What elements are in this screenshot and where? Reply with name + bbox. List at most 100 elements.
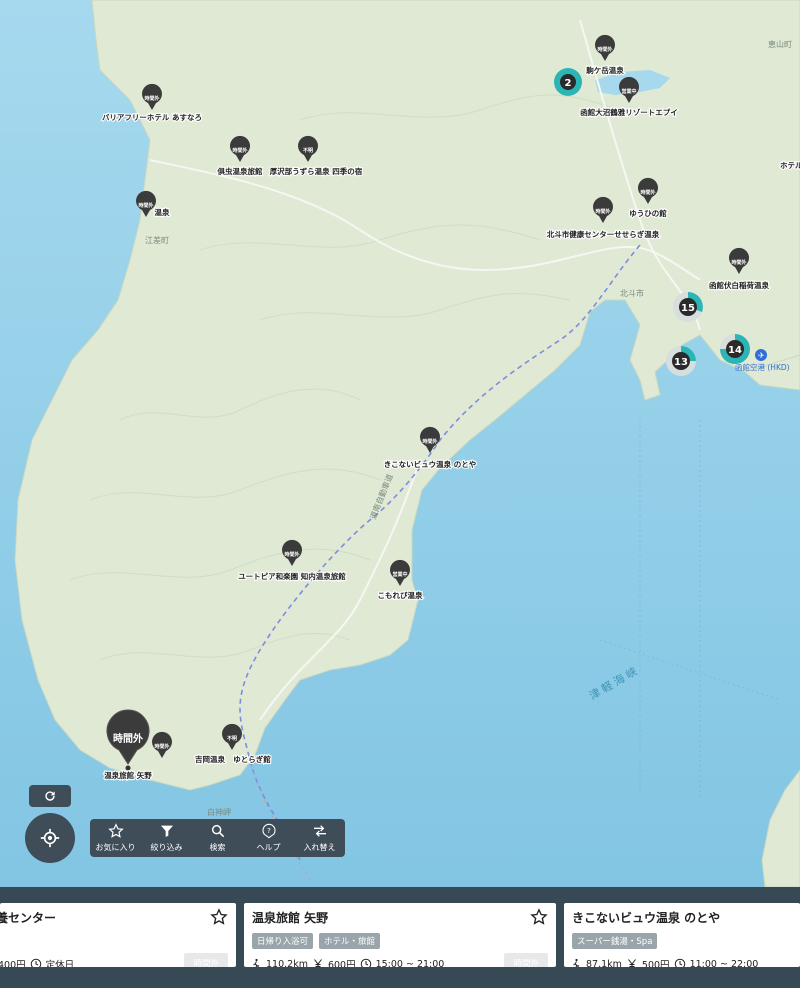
map-toolbar: お気に入り 絞り込み 検索 ? ヘルプ 入れ替え [90,819,345,857]
pin-tag: 時間外 [232,147,247,154]
walking-icon [253,958,260,967]
swap-button[interactable]: 入れ替え [294,819,345,857]
cluster-marker[interactable]: 13 [666,346,696,376]
walking-icon [573,958,580,967]
pin-tag: 時間外 [595,208,610,215]
pin-tag: 時間外 [640,189,655,196]
pin-label: 吉岡温泉 [195,754,225,764]
card-hours: 定休日 [45,960,75,967]
help-label: ヘルプ [256,843,281,852]
refresh-icon [45,791,55,801]
card-tags: スーパー銭湯・Spa [572,933,658,949]
card-meta: 87.1km 500円 11:00 ~ 22:00 [570,957,758,967]
pin-label: ゆとらぎ館 [233,754,271,764]
pin-tag: 時間外 [138,202,153,209]
crosshair-icon [40,828,60,848]
pin-tag: 時間外 [144,95,159,102]
card-tag: スーパー銭湯・Spa [572,933,658,949]
pin-label: バリアフリーホテル あすなろ [102,113,202,122]
pin-label: 厚沢部うずら温泉 四季の宿 [270,166,363,176]
filter-button[interactable]: 絞り込み [141,819,192,857]
svg-text:?: ? [267,826,271,835]
card-carousel[interactable]: 養センター 400円 定休日 時間外 温泉旅館 矢野 日帰り入浴可 ホテル・旅館… [0,887,800,988]
favorite-star-icon[interactable] [530,908,548,926]
yen-icon [314,959,322,967]
filter-label: 絞り込み [150,843,183,852]
help-button[interactable]: ? ヘルプ [243,819,294,857]
pin-label: 北斗市健康センターせせらぎ温泉 [547,229,660,239]
card-tag: ホテル・旅館 [319,933,381,949]
pin-label: 函館大沼鶴雅リゾートエプイ [580,107,678,117]
pin-label: 俱虫温泉旅館 [217,166,263,176]
facility-card[interactable]: 養センター 400円 定休日 時間外 [0,903,236,967]
place-label-shirakami: 白神岬 [207,807,231,817]
card-meta: 400円 定休日 [0,957,74,967]
card-title: 養センター [0,911,57,925]
facility-card[interactable]: きこないビュウ温泉 のとや スーパー銭湯・Spa 87.1km 500円 11:… [564,903,800,967]
pin-tag: 時間外 [154,743,169,750]
clock-icon [674,958,685,967]
pin-tag: 時間外 [597,46,612,53]
cluster-marker[interactable]: 14 [720,334,750,364]
card-title: 温泉旅館 矢野 [252,911,329,925]
cluster-count: 2 [565,78,572,89]
pin-tag: 時間外 [284,551,299,558]
pin-tag: 不明 [303,147,313,154]
cluster-count: 13 [674,357,688,368]
search-button[interactable]: 検索 [192,819,243,857]
search-label: 検索 [209,843,226,852]
pin-label: 函館伏白稲荷温泉 [709,280,769,290]
airplane-glyph: ✈ [758,351,765,360]
swap-icon [313,825,326,837]
card-price: 600円 [327,960,356,967]
refresh-button[interactable] [29,785,71,807]
airport-label: 函館空港 (HKD) [735,362,790,372]
star-icon [107,823,124,838]
pin-label: きこないビュウ温泉 のとや [384,459,477,469]
clock-icon [360,958,371,967]
map-pin[interactable]: ホテル・ [779,160,800,171]
cluster-count: 14 [728,345,742,356]
search-icon [211,824,224,838]
pin-label: 温泉旅館 矢野 [104,770,152,780]
pin-tag: 時間外 [731,259,746,266]
pin-label: ゆうひの館 [629,208,667,218]
pin-label: ホテル・ [780,161,800,170]
pin-label: ユートピア和楽園 知内温泉旅館 [238,571,346,581]
pin-tag: 時間外 [113,732,143,745]
pin-tag: 不明 [227,735,237,742]
status-badge[interactable]: 時間外 [504,953,548,967]
favorites-label: お気に入り [95,843,136,852]
pin-tag: 時間外 [422,438,437,445]
yen-icon [628,959,636,967]
card-tags: 日帰り入浴可 ホテル・旅館 [252,933,381,949]
cluster-marker[interactable]: 2 [554,68,582,96]
status-badge[interactable]: 時間外 [184,953,228,967]
place-label-esan: 恵山町 [768,39,792,49]
card-hours: 15:00 ~ 21:00 [375,958,445,968]
pin-anchor-dot [125,765,131,771]
locate-button[interactable] [25,813,75,863]
filter-icon [160,825,173,837]
card-price: 500円 [641,960,670,967]
pin-tag: 営業中 [392,571,407,578]
facility-card[interactable]: 温泉旅館 矢野 日帰り入浴可 ホテル・旅館 110.2km 600円 15:00… [244,903,556,967]
pin-label: 温泉 [155,207,170,217]
card-hours: 11:00 ~ 22:00 [689,958,759,968]
favorite-star-icon[interactable] [210,908,228,926]
help-icon: ? [261,823,276,839]
card-distance: 87.1km [586,958,622,968]
favorites-button[interactable]: お気に入り [90,819,141,857]
swap-label: 入れ替え [303,843,336,852]
place-label-esashi: 江差町 [145,235,169,245]
cluster-marker[interactable]: 15 [673,292,703,322]
card-meta: 110.2km 600円 15:00 ~ 21:00 [250,957,444,967]
place-label-hokuto: 北斗市 [620,288,644,298]
cluster-count: 15 [681,303,695,314]
card-distance: 110.2km [266,958,308,968]
card-title: きこないビュウ温泉 のとや [572,911,721,925]
card-tag: 日帰り入浴可 [252,933,314,949]
pin-tag: 営業中 [621,88,636,95]
pin-label: こもれび温泉 [378,590,423,600]
clock-icon [30,958,41,967]
